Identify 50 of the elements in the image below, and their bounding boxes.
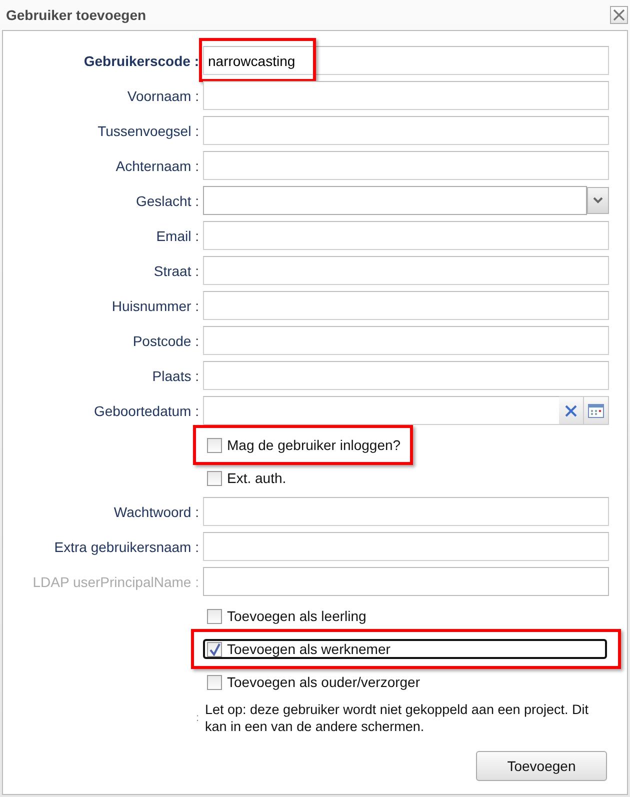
add-button[interactable]: Toevoegen <box>476 751 607 781</box>
field-label: Postcode : <box>132 332 199 348</box>
note-colon: : <box>196 712 199 724</box>
field-label: Wachtwoord : <box>114 504 199 520</box>
input-field[interactable] <box>203 497 609 526</box>
field-label: Tussenvoegsel : <box>98 122 199 138</box>
input-field[interactable]: narrowcasting <box>203 46 609 75</box>
field-label: Huisnummer : <box>112 298 199 314</box>
input-field[interactable] <box>203 81 609 110</box>
checkbox[interactable] <box>207 642 222 656</box>
field-label: Geboortedatum : <box>94 402 199 418</box>
field-label: Extra gebruikersnaam : <box>54 538 199 554</box>
chevron-down-icon <box>593 197 603 204</box>
checkbox-label: Mag de gebruiker inloggen? <box>227 437 401 453</box>
dropdown-button[interactable] <box>587 187 609 214</box>
field-label: Achternaam : <box>116 158 199 174</box>
checkbox[interactable] <box>207 438 222 452</box>
date-field[interactable] <box>203 396 559 425</box>
checkbox-label: Ext. auth. <box>227 470 286 486</box>
field-label: Geslacht : <box>136 192 199 208</box>
input-field[interactable] <box>203 291 609 320</box>
close-button[interactable] <box>610 6 628 24</box>
checkbox-label: Toevoegen als ouder/verzorger <box>227 674 420 690</box>
checkbox-label: Toevoegen als werknemer <box>227 641 390 657</box>
checkbox[interactable] <box>207 608 222 624</box>
close-icon <box>565 404 577 416</box>
note-text: Let op: deze gebruiker wordt niet gekoppeld aan een project. Dit kan in een van de andere schermen. <box>204 701 590 735</box>
input-field[interactable] <box>203 532 609 561</box>
input-field[interactable] <box>203 221 609 250</box>
input-field[interactable] <box>203 151 609 180</box>
field-label: Straat : <box>154 262 199 278</box>
field-label: Gebruikerscode : <box>84 52 199 68</box>
window-title: Gebruiker toevoegen <box>6 7 146 23</box>
clear-button[interactable] <box>559 396 584 425</box>
field-label: Voornaam : <box>127 88 199 104</box>
dropdown[interactable] <box>203 186 587 215</box>
input-field[interactable] <box>203 361 609 390</box>
field-label: Plaats : <box>152 368 199 384</box>
checkbox[interactable] <box>207 470 222 486</box>
calendar-button[interactable] <box>584 396 609 425</box>
close-icon <box>613 9 625 21</box>
input-field[interactable] <box>203 256 609 285</box>
checkmark-icon <box>208 642 220 656</box>
input-field[interactable] <box>203 116 609 145</box>
field-label: LDAP userPrincipalName : <box>32 574 199 590</box>
input-field[interactable] <box>203 326 609 355</box>
field-label: Email : <box>156 228 199 244</box>
calendar-icon <box>588 404 604 418</box>
checkbox-label: Toevoegen als leerling <box>227 608 366 624</box>
checkbox[interactable] <box>207 674 222 690</box>
